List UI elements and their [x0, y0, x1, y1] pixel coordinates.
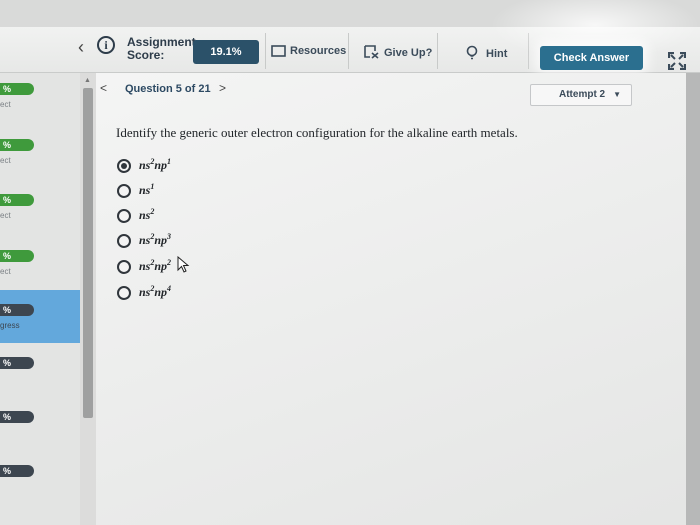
- formula-term: ns: [139, 208, 151, 222]
- answer-radio[interactable]: [117, 234, 131, 248]
- answer-radio[interactable]: [117, 209, 131, 223]
- assignment-score-value: 19.1%: [193, 40, 259, 64]
- info-icon[interactable]: i: [97, 36, 115, 54]
- progress-pill: %: [0, 250, 34, 262]
- answer-radio[interactable]: [117, 159, 131, 173]
- progress-pill: %: [0, 304, 34, 316]
- formula-exponent: 2: [150, 207, 155, 216]
- hint-button[interactable]: Hint: [466, 45, 507, 60]
- give-up-button[interactable]: Give Up?: [364, 45, 432, 59]
- resources-button[interactable]: Resources: [271, 45, 346, 57]
- formula-exponent: 4: [167, 284, 172, 293]
- formula-term: ns: [139, 183, 151, 197]
- progress-caption: ect: [0, 267, 11, 276]
- answer-radio[interactable]: [117, 260, 131, 274]
- formula-exponent: 3: [167, 232, 172, 241]
- progress-pill: %: [0, 83, 34, 95]
- formula-term: np: [154, 259, 168, 273]
- answer-option-text: ns1: [139, 182, 154, 198]
- expand-icon[interactable]: [667, 51, 687, 75]
- previous-question-icon[interactable]: <: [100, 81, 107, 95]
- resources-label: Resources: [290, 45, 347, 57]
- scroll-thumb[interactable]: [83, 88, 93, 418]
- answer-option-text: ns2np1: [139, 157, 171, 173]
- collapse-chevron-icon[interactable]: ‹: [78, 37, 84, 58]
- check-answer-button[interactable]: Check Answer: [540, 46, 643, 70]
- chevron-down-icon: ▼: [613, 90, 621, 99]
- hint-label: Hint: [486, 48, 508, 60]
- give-up-icon: [364, 45, 379, 59]
- formula-term: np: [154, 233, 168, 247]
- formula-term: ns: [139, 285, 151, 299]
- progress-caption: ect: [0, 211, 11, 220]
- scroll-up-icon[interactable]: ▲: [84, 77, 91, 84]
- toolbar-divider: [437, 33, 438, 69]
- give-up-label: Give Up?: [384, 47, 433, 59]
- progress-pill: %: [0, 465, 34, 477]
- formula-term: ns: [139, 158, 151, 172]
- answer-radio[interactable]: [117, 184, 131, 198]
- progress-pill: %: [0, 139, 34, 151]
- folder-icon: [271, 45, 286, 57]
- sidebar-scrollbar[interactable]: ▲: [80, 73, 96, 525]
- progress-pill: %: [0, 411, 34, 423]
- progress-caption: ect: [0, 156, 11, 165]
- mouse-cursor-icon: [177, 255, 191, 279]
- sidebar-active-item[interactable]: [0, 290, 80, 343]
- toolbar-divider: [528, 33, 529, 69]
- next-question-icon[interactable]: >: [219, 81, 226, 95]
- progress-caption: gress: [0, 321, 20, 330]
- progress-pill: %: [0, 357, 34, 369]
- lightbulb-icon: [466, 45, 478, 60]
- progress-caption: ect: [0, 100, 11, 109]
- attempt-select[interactable]: Attempt 2 ▼: [530, 84, 632, 106]
- answer-option-text: ns2np3: [139, 232, 171, 248]
- answer-option-text: ns2np2: [139, 258, 171, 274]
- toolbar-divider: [265, 33, 266, 69]
- formula-term: np: [154, 158, 168, 172]
- formula-term: ns: [139, 233, 151, 247]
- right-edge: [686, 73, 700, 525]
- progress-pill: %: [0, 194, 34, 206]
- formula-exponent: 2: [167, 258, 172, 267]
- toolbar-divider: [348, 33, 349, 69]
- question-counter: Question 5 of 21: [125, 83, 211, 95]
- assignment-score-label: Assignment Score:: [127, 35, 196, 62]
- answer-option-text: ns2: [139, 207, 154, 223]
- attempt-label: Attempt 2: [559, 89, 606, 100]
- formula-term: ns: [139, 259, 151, 273]
- question-prompt: Identify the generic outer electron conf…: [116, 125, 518, 140]
- answer-option-text: ns2np4: [139, 284, 171, 300]
- formula-term: np: [154, 285, 168, 299]
- formula-exponent: 1: [150, 182, 155, 191]
- answer-radio[interactable]: [117, 286, 131, 300]
- formula-exponent: 1: [167, 157, 172, 166]
